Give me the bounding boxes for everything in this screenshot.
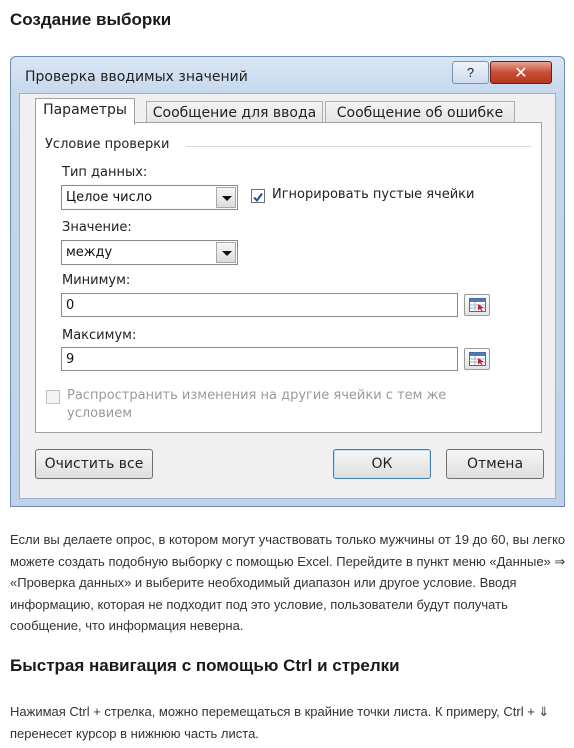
dialog-window: Проверка вводимых значений ? ✕ Параметры…: [10, 56, 565, 507]
data-type-select[interactable]: Целое число: [61, 185, 238, 210]
chevron-down-icon[interactable]: [216, 242, 236, 263]
dialog-client-area: Параметры Сообщение для ввода Сообщение …: [19, 93, 556, 499]
help-button[interactable]: ?: [452, 61, 489, 84]
ignore-blank-label: Игнорировать пустые ячейки: [272, 187, 475, 202]
maximum-value: 9: [66, 352, 75, 367]
minimum-input[interactable]: 0: [61, 293, 458, 317]
range-select-icon: [469, 298, 486, 312]
minimum-value: 0: [66, 298, 75, 313]
group-label: Условие проверки: [45, 137, 170, 152]
close-icon: ✕: [514, 63, 528, 82]
validation-dialog-screenshot: Проверка вводимых значений ? ✕ Параметры…: [10, 56, 565, 507]
cancel-button[interactable]: Отмена: [446, 449, 544, 479]
section-heading-navigation: Быстрая навигация с помощью Ctrl и стрел…: [10, 656, 400, 675]
close-button[interactable]: ✕: [490, 61, 552, 84]
value-label: Значение:: [62, 220, 132, 235]
minimum-label: Минимум:: [62, 273, 131, 288]
maximum-range-picker-button[interactable]: [464, 348, 490, 370]
section-heading-sampling: Создание выборки: [10, 10, 172, 29]
minimum-range-picker-button[interactable]: [464, 294, 490, 316]
help-icon: ?: [466, 65, 475, 80]
apply-to-all-label-line2: условием: [67, 406, 133, 421]
ignore-blank-checkbox[interactable]: [251, 189, 265, 203]
group-divider: [186, 146, 531, 147]
paragraph-sampling: Если вы делаете опрос, в котором могут у…: [10, 532, 566, 633]
value-select[interactable]: между: [61, 240, 238, 265]
ok-button[interactable]: ОК: [333, 449, 431, 479]
maximum-label: Максимум:: [62, 328, 137, 343]
maximum-input[interactable]: 9: [61, 347, 458, 371]
apply-to-all-label-line1: Распространить изменения на другие ячейк…: [67, 388, 447, 403]
value-value: между: [66, 245, 113, 260]
tab-parameters[interactable]: Параметры: [35, 98, 135, 125]
clear-all-button[interactable]: Очистить все: [35, 449, 153, 479]
parameters-panel: Условие проверки Тип данных: Целое число…: [35, 122, 542, 433]
checkmark-icon: [253, 192, 263, 203]
chevron-down-icon[interactable]: [216, 187, 236, 208]
data-type-label: Тип данных:: [62, 165, 148, 180]
paragraph-navigation: Нажимая Ctrl + стрелка, можно перемещать…: [10, 704, 550, 741]
range-select-icon: [469, 352, 486, 366]
dialog-title: Проверка вводимых значений: [25, 69, 248, 85]
apply-to-all-checkbox[interactable]: [46, 390, 60, 404]
data-type-value: Целое число: [66, 190, 153, 205]
